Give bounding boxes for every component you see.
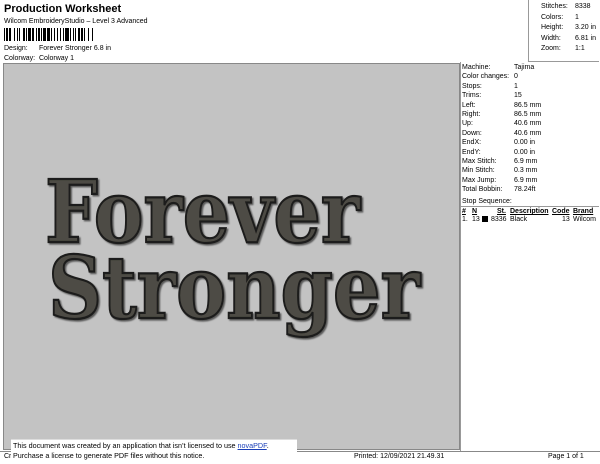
info-value: 86.5 mm	[514, 101, 542, 109]
row-description: Black	[510, 216, 528, 223]
embroidery-design: Forever Stronger	[44, 161, 423, 340]
col-brand: Brand	[573, 208, 594, 215]
info-min-stitch: Min Stitch: 0.3 mm	[462, 166, 597, 175]
barcode-bar	[93, 28, 94, 41]
info-label: Up:	[462, 120, 473, 128]
stats-panel: Stitches: 8338 Colors: 1 Height: 3.20 in Wi…	[541, 2, 596, 55]
info-up: Up: 40.6 mm	[462, 119, 597, 128]
colorway-value: Colorway 1	[39, 55, 75, 62]
info-label: Total Bobbin:	[462, 186, 503, 194]
info-stops: Stops: 1	[462, 82, 597, 91]
info-max-jump: Max Jump: 6.9 mm	[462, 176, 597, 185]
info-value: 0.3 mm	[514, 167, 538, 175]
info-endx: EndX: 0.00 in	[462, 138, 597, 147]
info-value: 78.24ft	[514, 186, 536, 194]
stat-value: 1	[575, 13, 579, 21]
stop-sequence-title: Stop Sequence:	[462, 198, 512, 205]
colorway-label: Colorway:	[4, 55, 36, 62]
col-index: #	[462, 208, 466, 215]
notice-text-2: Purchase a license to generate PDF files…	[13, 450, 205, 460]
info-label: Color changes:	[462, 73, 510, 81]
row-code: 13	[562, 216, 570, 223]
design-text-line-2: Stronger	[48, 238, 421, 339]
info-value: 0	[514, 73, 518, 81]
row-index: 1.	[462, 216, 468, 223]
design-preview: Forever Stronger	[3, 63, 460, 450]
info-value: 0.00 in	[514, 148, 536, 156]
barcode	[4, 28, 194, 41]
page-number: Page 1 of 1	[548, 453, 584, 460]
stop-sequence-header: # N St. Description Code Brand	[462, 208, 597, 216]
stat-colors: Colors: 1	[541, 13, 596, 24]
info-value: 1	[514, 82, 518, 90]
info-value: 86.5 mm	[514, 111, 542, 119]
info-machine: Machine: Tajima	[462, 63, 597, 72]
info-total-bobbin: Total Bobbin: 78.24ft	[462, 185, 597, 194]
info-label: Machine:	[462, 64, 491, 71]
novapdf-link[interactable]: novaPDF	[238, 441, 267, 450]
stat-height: Height: 3.20 in	[541, 23, 596, 34]
col-description: Description	[510, 208, 549, 215]
info-label: Right:	[462, 111, 481, 119]
stat-label: Stitches:	[541, 3, 568, 10]
color-swatch	[482, 216, 488, 223]
info-right: Right: 86.5 mm	[462, 110, 597, 119]
info-label: Max Jump:	[462, 176, 497, 184]
info-value: Tajima	[514, 64, 535, 71]
info-max-stitch: Max Stitch: 6.9 mm	[462, 157, 597, 166]
info-value: 6.9 mm	[514, 158, 538, 166]
table-row: 1. 13 8336 Black 13 Wilcom	[462, 216, 597, 224]
stat-value: 8338	[575, 3, 591, 10]
info-label: EndX:	[462, 139, 482, 147]
info-label: Trims:	[462, 92, 482, 100]
info-label: Stops:	[462, 82, 482, 90]
license-notice: This document was created by an applicat…	[11, 439, 297, 463]
stop-sequence-divider	[460, 206, 599, 207]
col-n: N	[472, 208, 478, 215]
stat-width: Width: 6.81 in	[541, 34, 596, 45]
stat-value: 6.81 in	[575, 34, 597, 42]
row-n: 13	[472, 216, 480, 223]
notice-text-1: This document was created by an applicat…	[13, 441, 238, 450]
stat-stitches: Stitches: 8338	[541, 2, 596, 13]
notice-period: .	[266, 441, 269, 450]
printed-timestamp: Printed: 12/09/2021 21.49.31	[354, 453, 445, 460]
page-title: Production Worksheet	[4, 3, 122, 15]
stat-label: Colors:	[541, 13, 564, 21]
design-value: Forever Stronger 6.8 in	[39, 45, 111, 52]
stat-label: Height:	[541, 24, 564, 31]
info-trims: Trims: 15	[462, 91, 597, 100]
info-label: Left:	[462, 101, 476, 109]
software-name: Wilcom EmbroideryStudio – Level 3 Advanc…	[4, 18, 148, 25]
stat-zoom: Zoom: 1:1	[541, 44, 596, 55]
col-stitches: St.	[497, 208, 506, 215]
info-value: 0.00 in	[514, 139, 536, 147]
col-code: Code	[552, 208, 570, 215]
colorway-row: Colorway: Colorway 1	[4, 55, 74, 62]
machine-info-panel: Machine: Tajima Color changes: 0 Stops: 1 T…	[462, 63, 597, 195]
info-label: EndY:	[462, 148, 481, 156]
info-label: Min Stitch:	[462, 167, 495, 175]
design-row: Design: Forever Stronger 6.8 in	[4, 45, 111, 52]
info-value: 40.6 mm	[514, 120, 542, 128]
info-down: Down: 40.6 mm	[462, 129, 597, 138]
stat-value: 3.20 in	[575, 24, 597, 31]
row-stitches: 8336	[491, 216, 507, 223]
stat-label: Zoom:	[541, 45, 561, 52]
row-brand: Wilcom	[573, 216, 596, 223]
design-label: Design:	[4, 45, 28, 52]
info-left: Left: 86.5 mm	[462, 101, 597, 110]
info-value: 15	[514, 92, 522, 100]
stat-value: 1:1	[575, 45, 585, 52]
info-color-changes: Color changes: 0	[462, 72, 597, 81]
info-value: 6.9 mm	[514, 176, 538, 184]
info-label: Max Stitch:	[462, 158, 497, 166]
stat-label: Width:	[541, 34, 561, 42]
info-value: 40.6 mm	[514, 129, 542, 137]
info-label: Down:	[462, 129, 482, 137]
info-endy: EndY: 0.00 in	[462, 148, 597, 157]
